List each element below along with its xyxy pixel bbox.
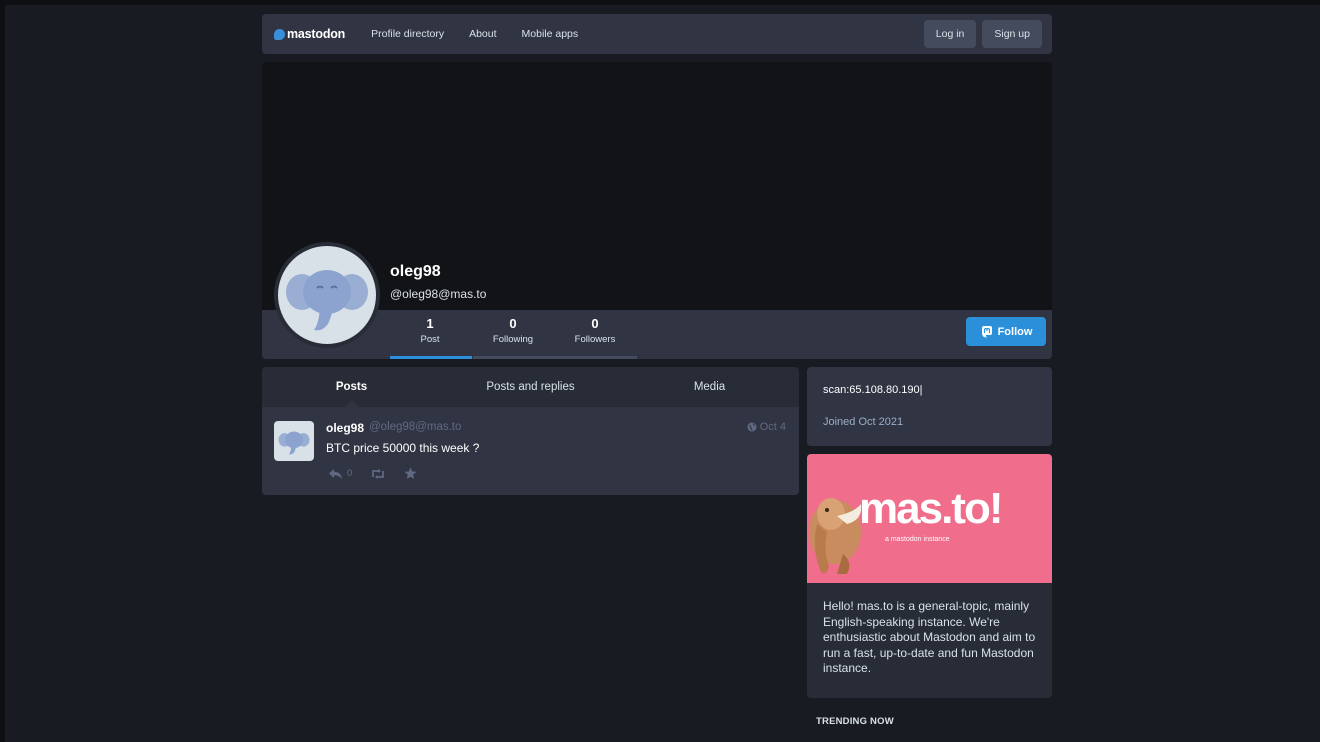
- mastodon-logo[interactable]: mastodon: [274, 27, 345, 41]
- boost-icon: [372, 468, 385, 479]
- status-account-handle[interactable]: @oleg98@mas.to: [369, 421, 461, 433]
- nav-link-mobile-apps[interactable]: Mobile apps: [522, 28, 579, 40]
- window-frame-top: [0, 0, 1320, 5]
- logo-text: mastodon: [287, 27, 346, 41]
- counter-followers[interactable]: 0 Followers: [555, 316, 637, 359]
- profile-counter-bar: [262, 310, 1052, 359]
- elephant-avatar-icon: [278, 431, 310, 455]
- profile-account-handle: @oleg98@mas.to: [390, 287, 487, 301]
- elephant-avatar-icon: [286, 270, 368, 331]
- signup-button[interactable]: Sign up: [982, 20, 1042, 48]
- follow-button-label: Follow: [997, 325, 1033, 338]
- profile-display-name: oleg98: [390, 263, 441, 280]
- server-description: Hello! mas.to is a general-topic, mainly…: [823, 599, 1036, 675]
- star-icon: [404, 467, 417, 479]
- status-avatar[interactable]: [274, 421, 314, 461]
- profile-avatar[interactable]: [274, 242, 380, 348]
- server-hero-subtitle: a mastodon instance: [885, 536, 950, 543]
- reply-button[interactable]: 0: [328, 468, 352, 480]
- nav-link-profile-directory[interactable]: Profile directory: [371, 28, 444, 40]
- timeline-tabs: Posts Posts and replies Media: [262, 367, 799, 407]
- server-hero-banner: mas.to! a mastodon instance: [807, 454, 1052, 583]
- nav-link-about[interactable]: About: [469, 28, 496, 40]
- mastodon-icon: [981, 325, 992, 337]
- tab-media[interactable]: Media: [620, 367, 799, 407]
- login-button[interactable]: Log in: [923, 20, 977, 48]
- status-content: BTC price 50000 this week ?: [326, 441, 480, 455]
- globe-icon: [747, 422, 757, 432]
- boost-button[interactable]: [370, 468, 386, 480]
- counter-followers-label: Followers: [574, 334, 616, 345]
- status-timestamp[interactable]: Oct 4: [747, 421, 786, 433]
- status-card[interactable]: oleg98 @oleg98@mas.to Oct 4 BTC price 50…: [262, 407, 799, 495]
- counter-following-label: Following: [492, 334, 534, 345]
- follow-button[interactable]: Follow: [966, 317, 1046, 346]
- counter-followers-underline: [555, 356, 637, 359]
- status-actions: 0: [328, 467, 417, 480]
- profile-info-card: scan:65.108.80.190| Joined Oct 2021: [807, 367, 1052, 446]
- profile-joined-date: Joined Oct 2021: [823, 416, 904, 428]
- top-navigation: mastodon Profile directory About Mobile …: [262, 14, 1052, 54]
- reply-icon: [329, 468, 342, 479]
- server-about-box: Hello! mas.to is a general-topic, mainly…: [807, 583, 1052, 698]
- trending-heading: TRENDING NOW: [816, 716, 894, 727]
- favourite-button[interactable]: [404, 467, 417, 480]
- counter-posts-underline: [390, 356, 472, 359]
- window-frame-left: [0, 0, 5, 742]
- profile-note: scan:65.108.80.190|: [823, 384, 923, 396]
- counter-posts[interactable]: 1 Post: [390, 316, 472, 359]
- mastodon-icon: [274, 28, 285, 40]
- status-time-text: Oct 4: [759, 421, 786, 433]
- counter-following[interactable]: 0 Following: [473, 316, 555, 359]
- counter-following-value: 0: [509, 316, 517, 331]
- counter-posts-value: 1: [426, 316, 434, 331]
- tab-posts-and-replies[interactable]: Posts and replies: [441, 367, 620, 407]
- profile-header-image: [262, 62, 1052, 310]
- counter-posts-label: Post: [420, 334, 440, 345]
- server-hero-title: mas.to!: [859, 484, 1003, 533]
- status-display-name[interactable]: oleg98: [326, 421, 364, 435]
- counter-following-underline: [473, 356, 555, 359]
- reply-count: 0: [347, 468, 353, 479]
- tab-posts[interactable]: Posts: [262, 367, 441, 407]
- counter-followers-value: 0: [591, 316, 599, 331]
